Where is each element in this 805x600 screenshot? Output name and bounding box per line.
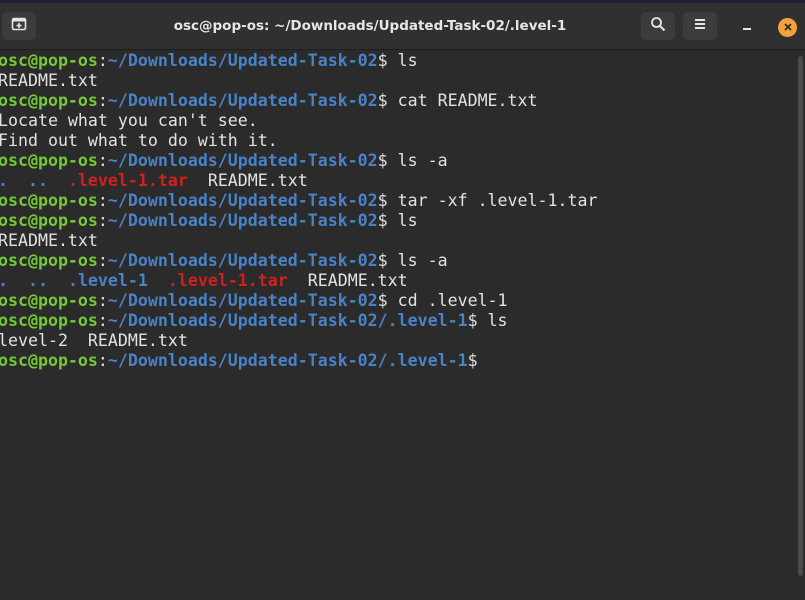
prompt-line: osc@pop-os:~/Downloads/Updated-Task-02$ … [0,151,797,171]
prompt-user: osc@pop-os [0,191,98,210]
command-text: tar -xf .level-1.tar [397,191,598,210]
command-text: ls [487,311,508,330]
prompt-line: osc@pop-os:~/Downloads/Updated-Task-02$ … [0,191,797,211]
prompt-path: ~/Downloads/Updated-Task-02 [107,211,378,230]
prompt-user: osc@pop-os [0,351,98,370]
output-text: Locate what you can't see. [0,111,258,130]
prompt-path: ~/Downloads/Updated-Task-02 [107,191,378,210]
terminal-output-area[interactable]: osc@pop-os:~/Downloads/Updated-Task-02$ … [0,50,797,600]
prompt-symbol: $ [467,311,488,330]
prompt-symbol: $ [377,51,398,70]
hamburger-menu-icon [693,17,707,36]
prompt-symbol: $ [467,351,478,370]
scrollbar-thumb[interactable] [798,56,803,576]
prompt-path: ~/Downloads/Updated-Task-02 [107,291,378,310]
search-icon [650,16,666,37]
output-text: Find out what to do with it. [0,131,278,150]
output-line: Locate what you can't see. [0,111,797,131]
terminal-scrollbar[interactable] [797,50,805,600]
minimize-icon [741,18,753,36]
output-text: README.txt [187,171,308,190]
output-line: . .. .level-1.tar README.txt [0,171,797,191]
terminal-window: osc@pop-os: ~/Downloads/Updated-Task-02/… [0,0,805,600]
archive-file-name: .level-1.tar [167,271,288,290]
prompt-separator: : [97,51,108,70]
prompt-user: osc@pop-os [0,311,98,330]
command-text: ls -a [397,251,448,270]
directory-name: . [0,171,8,190]
output-line: level-2 README.txt [0,331,797,351]
archive-file-name: .level-1.tar [67,171,188,190]
prompt-separator: : [97,291,108,310]
close-icon [783,19,793,37]
prompt-separator: : [97,351,108,370]
directory-name: .. [27,271,48,290]
prompt-user: osc@pop-os [0,91,98,110]
menu-button[interactable] [683,12,717,40]
prompt-separator: : [97,151,108,170]
prompt-path: ~/Downloads/Updated-Task-02 [107,91,378,110]
prompt-path: ~/Downloads/Updated-Task-02/.level-1 [107,351,468,370]
search-button[interactable] [641,12,675,40]
output-line: README.txt [0,71,797,91]
directory-name: . [0,271,8,290]
command-text: cat README.txt [397,91,538,110]
directory-name: .level-1 [67,271,148,290]
prompt-separator: : [97,251,108,270]
directory-name: .. [27,171,48,190]
output-text: README.txt [0,231,98,250]
close-button[interactable] [778,18,797,37]
output-line: README.txt [0,231,797,251]
prompt-line: osc@pop-os:~/Downloads/Updated-Task-02$ … [0,51,797,71]
prompt-user: osc@pop-os [0,291,98,310]
command-text: ls [397,211,418,230]
prompt-path: ~/Downloads/Updated-Task-02/.level-1 [107,311,468,330]
prompt-symbol: $ [377,291,398,310]
prompt-user: osc@pop-os [0,251,98,270]
prompt-symbol: $ [377,251,398,270]
prompt-line: osc@pop-os:~/Downloads/Updated-Task-02/.… [0,351,797,371]
prompt-separator: : [97,91,108,110]
prompt-symbol: $ [377,151,398,170]
new-tab-button[interactable] [2,12,36,40]
prompt-symbol: $ [377,191,398,210]
prompt-line: osc@pop-os:~/Downloads/Updated-Task-02$ … [0,291,797,311]
prompt-line: osc@pop-os:~/Downloads/Updated-Task-02$ … [0,211,797,231]
new-tab-icon [11,16,27,37]
prompt-line: osc@pop-os:~/Downloads/Updated-Task-02$ … [0,251,797,271]
prompt-path: ~/Downloads/Updated-Task-02 [107,51,378,70]
output-line: . .. .level-1 .level-1.tar README.txt [0,271,797,291]
output-text: README.txt [287,271,408,290]
output-line: Find out what to do with it. [0,131,797,151]
minimize-button[interactable] [736,16,758,38]
prompt-user: osc@pop-os [0,211,98,230]
window-title: osc@pop-os: ~/Downloads/Updated-Task-02/… [173,18,567,34]
prompt-user: osc@pop-os [0,51,98,70]
command-text: cd .level-1 [397,291,508,310]
output-text: README.txt [0,71,98,90]
prompt-line: osc@pop-os:~/Downloads/Updated-Task-02/.… [0,311,797,331]
prompt-separator: : [97,311,108,330]
prompt-symbol: $ [377,211,398,230]
prompt-user: osc@pop-os [0,151,98,170]
output-text: level-2 README.txt [0,331,188,350]
prompt-path: ~/Downloads/Updated-Task-02 [107,151,378,170]
prompt-separator: : [97,211,108,230]
prompt-symbol: $ [377,91,398,110]
title-bar[interactable]: osc@pop-os: ~/Downloads/Updated-Task-02/… [0,3,805,50]
prompt-separator: : [97,191,108,210]
prompt-line: osc@pop-os:~/Downloads/Updated-Task-02$ … [0,91,797,111]
command-text: ls -a [397,151,448,170]
command-text: ls [397,51,418,70]
prompt-path: ~/Downloads/Updated-Task-02 [107,251,378,270]
